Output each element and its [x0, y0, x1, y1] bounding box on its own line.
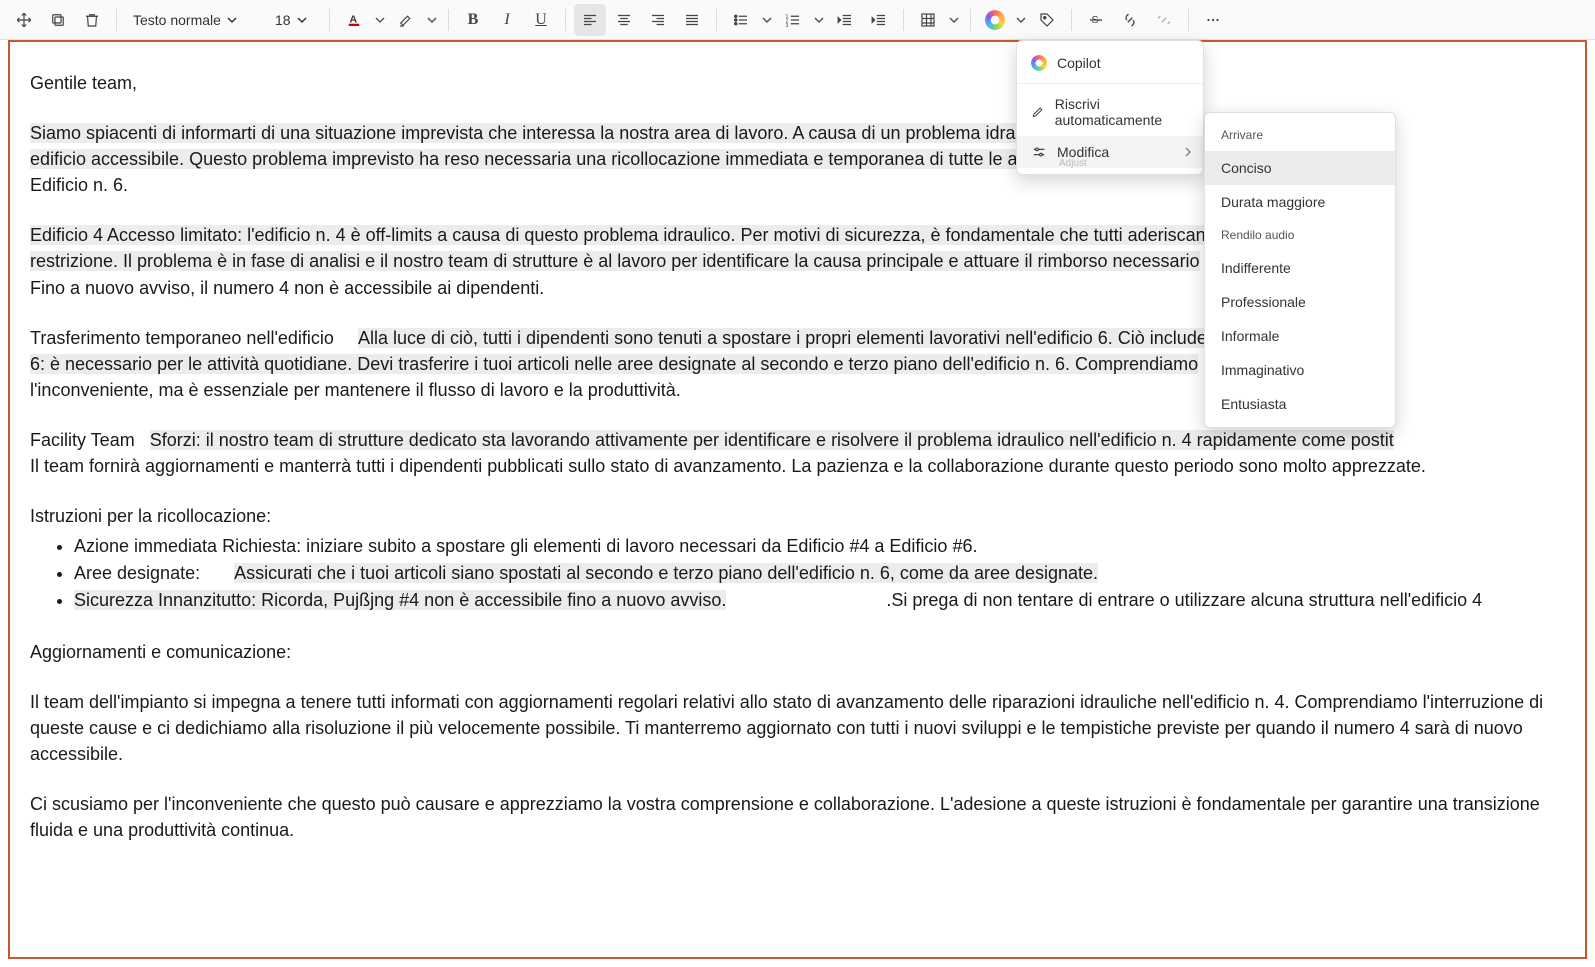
- link-button[interactable]: [1114, 4, 1146, 36]
- menu-item-indifferente[interactable]: Indifferente: [1205, 251, 1395, 285]
- chevron-down-icon: [227, 15, 237, 25]
- table-dropdown[interactable]: [946, 4, 962, 36]
- list-item: Azione immediata Richiesta: iniziare sub…: [74, 533, 1565, 559]
- bullet-list-button[interactable]: [725, 4, 757, 36]
- list-item: Aree designate: Assicurati che i tuoi ar…: [74, 560, 1565, 586]
- align-left-button[interactable]: [574, 4, 606, 36]
- highlight-dropdown[interactable]: [424, 4, 440, 36]
- separator: [565, 9, 566, 31]
- move-icon[interactable]: [8, 4, 40, 36]
- menu-item-arrivare[interactable]: Arrivare: [1205, 119, 1395, 151]
- decrease-indent-button[interactable]: [829, 4, 861, 36]
- svg-text:A: A: [350, 13, 358, 25]
- paragraph: Facility Team Sforzi: il nostro team di …: [30, 427, 1565, 479]
- font-color-dropdown[interactable]: [372, 4, 388, 36]
- menu-item-immaginativo[interactable]: Immaginativo: [1205, 353, 1395, 387]
- greeting-line: Gentile team,: [30, 70, 1565, 96]
- table-button[interactable]: [912, 4, 944, 36]
- copilot-button[interactable]: [979, 4, 1011, 36]
- menu-item-conciso[interactable]: Conciso: [1205, 151, 1395, 185]
- align-center-button[interactable]: [608, 4, 640, 36]
- increase-indent-button[interactable]: [863, 4, 895, 36]
- section-heading: Istruzioni per la ricollocazione:: [30, 503, 1565, 529]
- separator: [116, 9, 117, 31]
- font-size-select[interactable]: 18: [267, 4, 321, 36]
- menu-item-professionale[interactable]: Professionale: [1205, 285, 1395, 319]
- menu-item-rewrite[interactable]: Riscrivi automaticamente: [1017, 88, 1203, 136]
- separator: [329, 9, 330, 31]
- font-size-value: 18: [275, 12, 291, 28]
- copy-icon[interactable]: [42, 4, 74, 36]
- numbered-list-button[interactable]: 123: [777, 4, 809, 36]
- paragraph-style-select[interactable]: Testo normale: [125, 4, 265, 36]
- menu-item-durata-maggiore[interactable]: Durata maggiore: [1205, 185, 1395, 219]
- unlink-button[interactable]: [1148, 4, 1180, 36]
- menu-item-informale[interactable]: Informale: [1205, 319, 1395, 353]
- pen-icon: [1031, 104, 1045, 120]
- strikethrough-button[interactable]: S: [1080, 4, 1112, 36]
- bold-button[interactable]: B: [457, 4, 489, 36]
- copilot-icon: [1031, 55, 1047, 71]
- separator: [1188, 9, 1189, 31]
- menu-item-modify[interactable]: Modifica Adjust: [1017, 136, 1203, 168]
- list-item: Sicurezza Innanzitutto: Ricorda, Pujßjng…: [74, 587, 1565, 613]
- italic-button[interactable]: I: [491, 4, 523, 36]
- formatting-toolbar: Testo normale 18 A B I U 123: [0, 0, 1595, 40]
- chevron-down-icon: [297, 15, 307, 25]
- menu-item-rendilo-audio[interactable]: Rendilo audio: [1205, 219, 1395, 251]
- bullet-list-dropdown[interactable]: [759, 4, 775, 36]
- menu-item-entusiasta[interactable]: Entusiasta: [1205, 387, 1395, 421]
- modify-submenu: Arrivare Conciso Durata maggiore Rendilo…: [1204, 112, 1396, 428]
- chevron-right-icon: [1183, 144, 1193, 160]
- separator: [970, 9, 971, 31]
- separator: [903, 9, 904, 31]
- instruction-list: Azione immediata Richiesta: iniziare sub…: [30, 533, 1565, 613]
- copilot-icon: [985, 10, 1005, 30]
- copilot-menu: Copilot Riscrivi automaticamente Modific…: [1016, 40, 1204, 175]
- separator: [1071, 9, 1072, 31]
- underline-button[interactable]: U: [525, 4, 557, 36]
- paragraph-style-label: Testo normale: [133, 12, 221, 28]
- section-heading: Aggiornamenti e comunicazione:: [30, 639, 1565, 665]
- tag-button[interactable]: [1031, 4, 1063, 36]
- numbered-list-dropdown[interactable]: [811, 4, 827, 36]
- paragraph: Ci scusiamo per l'inconveniente che ques…: [30, 791, 1565, 843]
- separator: [448, 9, 449, 31]
- more-button[interactable]: [1197, 4, 1229, 36]
- paragraph: Il team dell'impianto si impegna a tener…: [30, 689, 1565, 767]
- menu-item-copilot[interactable]: Copilot: [1017, 47, 1203, 79]
- align-justify-button[interactable]: [676, 4, 708, 36]
- font-color-button[interactable]: A: [338, 4, 370, 36]
- sliders-icon: [1031, 144, 1047, 160]
- separator: [716, 9, 717, 31]
- svg-text:3: 3: [786, 22, 789, 28]
- delete-icon[interactable]: [76, 4, 108, 36]
- align-right-button[interactable]: [642, 4, 674, 36]
- copilot-dropdown[interactable]: [1013, 4, 1029, 36]
- highlight-button[interactable]: [390, 4, 422, 36]
